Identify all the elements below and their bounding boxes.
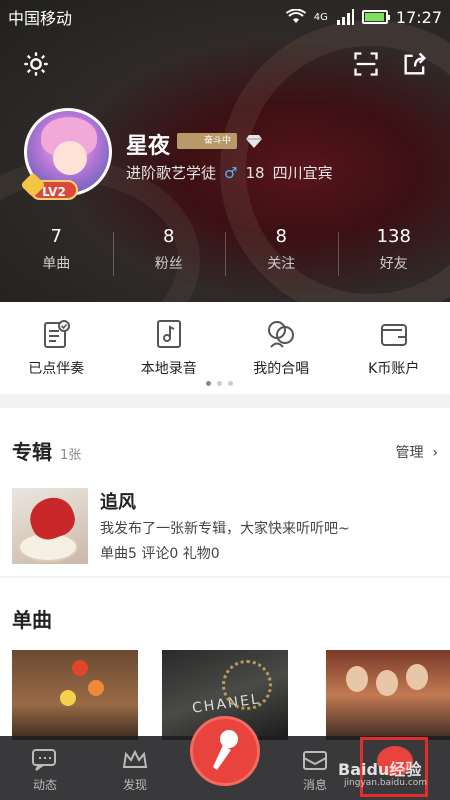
album-section: 专辑 1张 管理 › 追风 我发布了一张新专辑，大家快来听听吧~ 单曲5 评论0… xyxy=(0,408,450,576)
duet-icon xyxy=(268,321,295,348)
signal-icon xyxy=(336,9,354,25)
profile-stats: 7 单曲 8 粉丝 8 关注 138 好友 xyxy=(0,226,450,282)
stat-following[interactable]: 8 关注 xyxy=(225,226,338,282)
tab-label: 消息 xyxy=(302,778,327,792)
share-icon[interactable] xyxy=(401,50,429,78)
stat-value: 8 xyxy=(163,226,175,247)
manage-label: 管理 xyxy=(395,445,424,461)
scan-icon[interactable] xyxy=(352,50,380,78)
action-label: 本地录音 xyxy=(140,361,197,377)
music-file-icon xyxy=(156,320,181,348)
clock: 17:27 xyxy=(395,7,442,27)
stat-friends[interactable]: 138 好友 xyxy=(337,226,450,282)
wallet-icon xyxy=(380,324,407,346)
status-bar: 中国移动 4G 17:27 xyxy=(0,0,450,34)
tab-label: 发现 xyxy=(122,778,147,792)
network-type-label: 4G xyxy=(313,11,328,23)
album-meta: 单曲5 评论0 礼物0 xyxy=(100,546,220,562)
stat-label: 粉丝 xyxy=(154,256,183,272)
watermark-url: jingyan.baidu.com xyxy=(344,778,428,788)
section-title: 单曲 xyxy=(12,608,52,632)
diamond-icon[interactable] xyxy=(246,134,262,148)
checklist-icon xyxy=(44,320,71,348)
album-cover[interactable] xyxy=(12,488,88,564)
single-thumbnail[interactable] xyxy=(326,650,450,740)
profile-header: 中国移动 4G 17:27 LV2 星夜 奋斗中 进阶歌艺学徒 ♂ 18 四川宜… xyxy=(0,0,450,302)
stat-label: 好友 xyxy=(379,256,408,272)
wifi-icon xyxy=(285,9,306,23)
stat-value: 7 xyxy=(50,226,62,247)
action-my-duets[interactable]: 我的合唱 xyxy=(225,302,338,394)
settings-gear-icon[interactable] xyxy=(22,50,50,78)
user-location: 四川宜宾 xyxy=(272,164,333,182)
microphone-icon xyxy=(213,730,238,770)
user-title: 进阶歌艺学徒 xyxy=(126,164,217,182)
mail-icon xyxy=(303,751,327,770)
profile-subline: 进阶歌艺学徒 ♂ 18 四川宜宾 xyxy=(126,162,333,183)
album-description: 我发布了一张新专辑，大家快来听听吧~ xyxy=(100,521,350,537)
section-title: 专辑 xyxy=(12,440,52,464)
tab-feed[interactable]: 动态 xyxy=(0,736,90,800)
stat-singles[interactable]: 7 单曲 xyxy=(0,226,113,282)
rank-tag[interactable]: 奋斗中 xyxy=(177,133,237,149)
chat-icon xyxy=(32,749,56,771)
stat-value: 8 xyxy=(275,226,287,247)
album-name[interactable]: 追风 xyxy=(100,488,136,514)
tab-discover[interactable]: 发现 xyxy=(90,736,180,800)
watermark: Baidu经验 xyxy=(338,760,422,779)
male-icon: ♂ xyxy=(224,163,238,182)
stat-fans[interactable]: 8 粉丝 xyxy=(112,226,226,282)
stat-label: 关注 xyxy=(267,256,296,272)
stat-label: 单曲 xyxy=(42,256,71,272)
crown-icon xyxy=(122,749,148,768)
tab-label: 动态 xyxy=(32,778,57,792)
battery-icon xyxy=(361,10,390,24)
action-ordered-accompaniment[interactable]: 已点伴奏 xyxy=(0,302,113,394)
record-button[interactable] xyxy=(190,716,260,786)
user-name: 星夜 xyxy=(126,134,171,159)
user-age: 18 xyxy=(245,163,265,182)
action-kcoin-account[interactable]: K币账户 xyxy=(338,302,450,394)
action-label: 我的合唱 xyxy=(253,361,310,377)
chevron-right-icon: › xyxy=(427,445,438,461)
action-label: 已点伴奏 xyxy=(28,361,85,377)
album-count: 1张 xyxy=(60,448,82,463)
stat-value: 138 xyxy=(376,226,411,247)
action-label: K币账户 xyxy=(368,361,420,377)
single-thumbnail[interactable] xyxy=(12,650,138,740)
carrier-label: 中国移动 xyxy=(8,9,73,28)
manage-button[interactable]: 管理 › xyxy=(395,442,438,462)
page-indicator xyxy=(206,381,233,386)
